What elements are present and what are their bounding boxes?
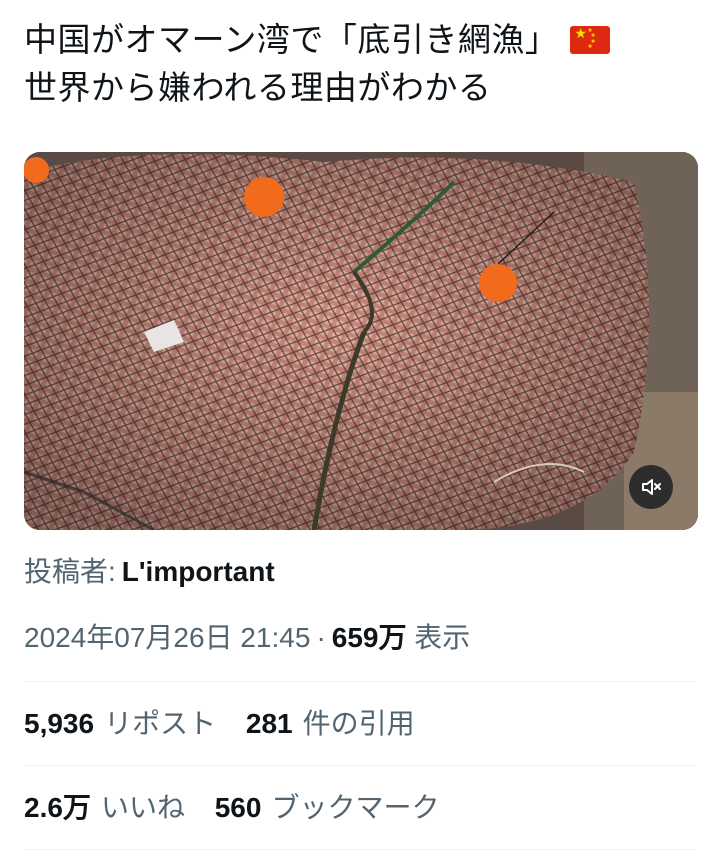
- video-player[interactable]: [24, 152, 698, 530]
- likes-stat[interactable]: 2.6万 いいね: [24, 786, 185, 830]
- post-text-line-1: 中国がオマーン湾で「底引き網漁」 ★ ★ ★ ★ ★: [24, 16, 696, 64]
- meta-separator: ·: [316, 622, 326, 653]
- bookmarks-count: 560: [214, 792, 262, 823]
- author-label: 投稿者:: [24, 556, 116, 587]
- likes-label: いいね: [100, 792, 185, 823]
- post-detail: 中国がオマーン湾で「底引き網漁」 ★ ★ ★ ★ ★ 世界から嫌われる理由がわかる: [0, 0, 720, 853]
- post-timestamp[interactable]: 2024年07月26日 21:45: [24, 622, 310, 653]
- divider: [24, 681, 696, 682]
- video-frame[interactable]: [24, 152, 698, 530]
- quotes-stat[interactable]: 281 件の引用: [246, 702, 415, 746]
- engagement-stats-row-2: 2.6万 いいね 560 ブックマーク: [24, 786, 461, 830]
- divider: [24, 765, 696, 766]
- reposts-count: 5,936: [24, 708, 95, 739]
- views-label: 表示: [414, 622, 471, 653]
- post-text: 中国がオマーン湾で「底引き網漁」 ★ ★ ★ ★ ★ 世界から嫌われる理由がわかる: [24, 16, 696, 112]
- mute-button[interactable]: [629, 465, 673, 509]
- china-flag-icon: ★ ★ ★ ★ ★: [570, 26, 611, 54]
- quotes-count: 281: [245, 708, 293, 739]
- engagement-stats-row-1: 5,936 リポスト 281 件の引用: [24, 702, 437, 746]
- reposts-label: リポスト: [104, 708, 217, 739]
- views-count: 659万: [331, 622, 407, 653]
- quotes-label: 件の引用: [302, 708, 415, 739]
- author-attribution: 投稿者: L'important: [24, 552, 275, 592]
- speaker-muted-icon: [642, 479, 661, 495]
- author-name-link[interactable]: L'important: [122, 556, 275, 587]
- divider: [24, 849, 696, 850]
- bookmarks-label: ブックマーク: [271, 792, 440, 823]
- reposts-stat[interactable]: 5,936 リポスト: [24, 702, 216, 746]
- likes-count: 2.6万: [24, 792, 91, 823]
- post-metadata: 2024年07月26日 21:45 · 659万 表示: [24, 616, 470, 660]
- post-text-line-2: 世界から嫌われる理由がわかる: [24, 68, 492, 107]
- bookmarks-stat[interactable]: 560 ブックマーク: [215, 786, 440, 830]
